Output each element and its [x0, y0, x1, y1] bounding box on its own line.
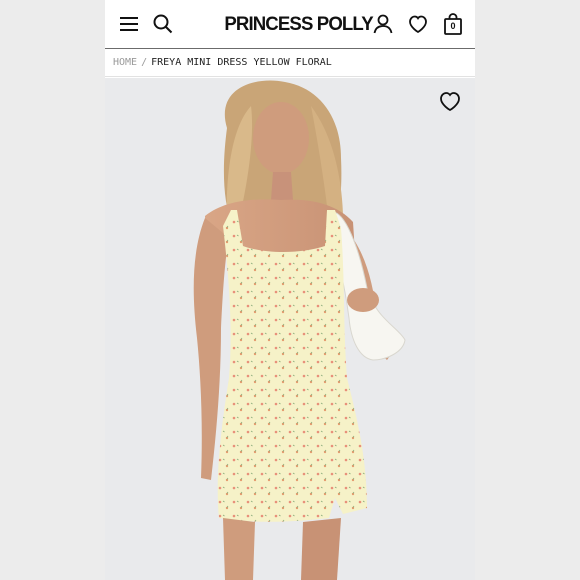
model-photo [105, 78, 475, 580]
shopping-bag-icon[interactable]: 0 [441, 12, 465, 38]
product-image[interactable] [105, 78, 475, 580]
search-icon[interactable] [151, 12, 175, 36]
breadcrumb: HOME / FREYA MINI DRESS YELLOW FLORAL [105, 49, 475, 77]
cart-count: 0 [450, 21, 456, 31]
menu-icon[interactable] [117, 12, 141, 36]
heart-icon[interactable] [406, 12, 430, 36]
account-icon[interactable] [371, 12, 395, 36]
breadcrumb-home-link[interactable]: HOME [113, 57, 137, 68]
breadcrumb-separator: / [141, 57, 148, 68]
site-header: PRINCESS POLLY 0 [105, 0, 475, 49]
brand-logo[interactable]: PRINCESS POLLY [224, 13, 373, 37]
breadcrumb-current: FREYA MINI DRESS YELLOW FLORAL [151, 57, 332, 68]
mobile-viewport: PRINCESS POLLY 0 HOME / FREYA MINI DRESS Y… [105, 0, 475, 580]
wishlist-heart-icon[interactable] [437, 88, 463, 114]
